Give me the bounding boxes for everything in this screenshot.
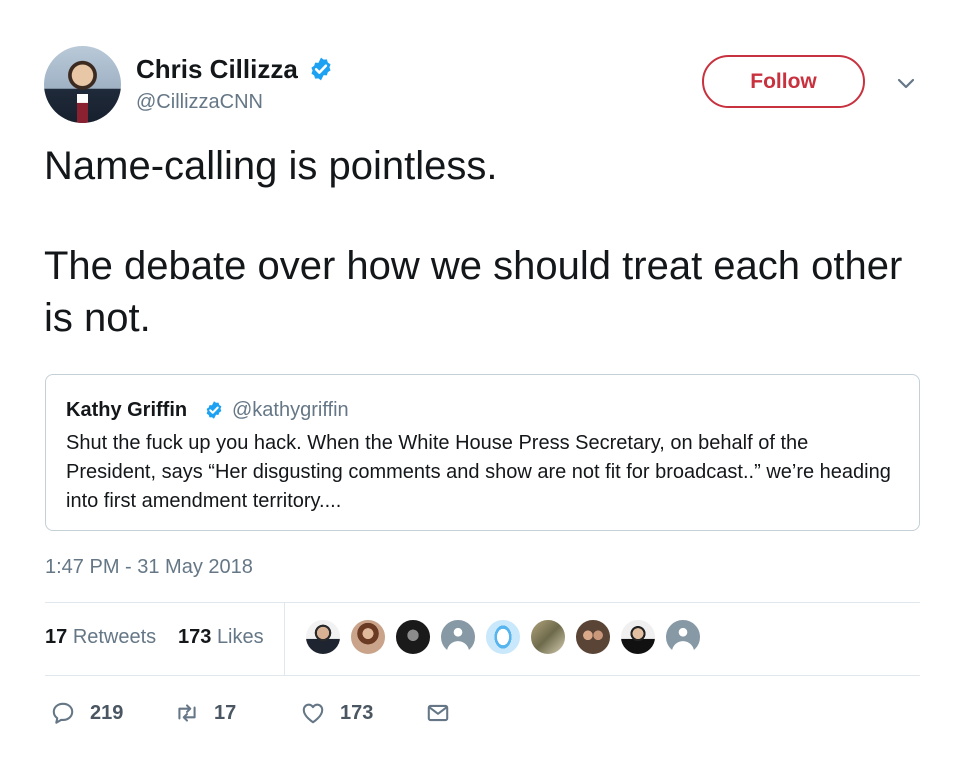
reply-button[interactable]: 219 xyxy=(50,698,123,728)
divider xyxy=(284,603,285,675)
liker-avatar[interactable] xyxy=(304,618,342,656)
retweets-count: 17 xyxy=(45,626,68,648)
liker-avatar[interactable] xyxy=(349,618,387,656)
quoted-tweet[interactable]: Kathy Griffin @kathygriffin Shut the fuc… xyxy=(45,374,920,531)
quote-author-handle: @kathygriffin xyxy=(232,399,349,421)
likes-count: 173 xyxy=(178,626,212,648)
author-handle[interactable]: @CillizzaCNN xyxy=(136,91,263,114)
reply-icon xyxy=(52,702,74,724)
liker-avatar[interactable] xyxy=(529,618,567,656)
liker-avatar[interactable] xyxy=(394,618,432,656)
liker-avatar[interactable] xyxy=(619,618,657,656)
retweets-label: Retweets xyxy=(72,626,157,648)
likes-stat[interactable]: 173 Likes xyxy=(178,626,264,649)
verified-badge-icon xyxy=(206,401,222,419)
divider xyxy=(45,602,920,603)
author-name[interactable]: Chris Cillizza xyxy=(136,54,298,85)
tweet-text: Name-calling is pointless. The debate ov… xyxy=(44,140,924,344)
chevron-down-icon[interactable] xyxy=(895,72,917,94)
heart-icon xyxy=(302,703,324,724)
quote-text: Shut the fuck up you hack. When the Whit… xyxy=(66,432,891,512)
mail-icon xyxy=(427,704,449,722)
avatar[interactable] xyxy=(44,46,121,123)
liker-avatar[interactable] xyxy=(484,618,522,656)
verified-badge-icon xyxy=(311,57,331,81)
retweet-icon xyxy=(178,704,196,722)
tweet-line: Name-calling is pointless. xyxy=(44,144,498,188)
like-button[interactable]: 173 xyxy=(300,698,373,728)
liker-avatar[interactable] xyxy=(664,618,702,656)
reply-count: 219 xyxy=(90,701,124,724)
tweet-line: The debate over how we should treat each… xyxy=(44,244,903,340)
timestamp[interactable]: 1:47 PM - 31 May 2018 xyxy=(45,556,253,579)
retweets-stat[interactable]: 17 Retweets xyxy=(45,626,156,649)
retweet-button[interactable]: 17 xyxy=(174,698,236,728)
like-count: 173 xyxy=(340,701,374,724)
liker-avatar[interactable] xyxy=(439,618,477,656)
likers-avatars xyxy=(304,618,709,656)
quote-author-name: Kathy Griffin xyxy=(66,399,188,421)
divider xyxy=(45,675,920,676)
follow-button[interactable]: Follow xyxy=(702,55,865,108)
likes-label: Likes xyxy=(216,626,264,648)
direct-message-button[interactable] xyxy=(425,698,451,728)
liker-avatar[interactable] xyxy=(574,618,612,656)
retweet-count: 17 xyxy=(214,701,237,724)
